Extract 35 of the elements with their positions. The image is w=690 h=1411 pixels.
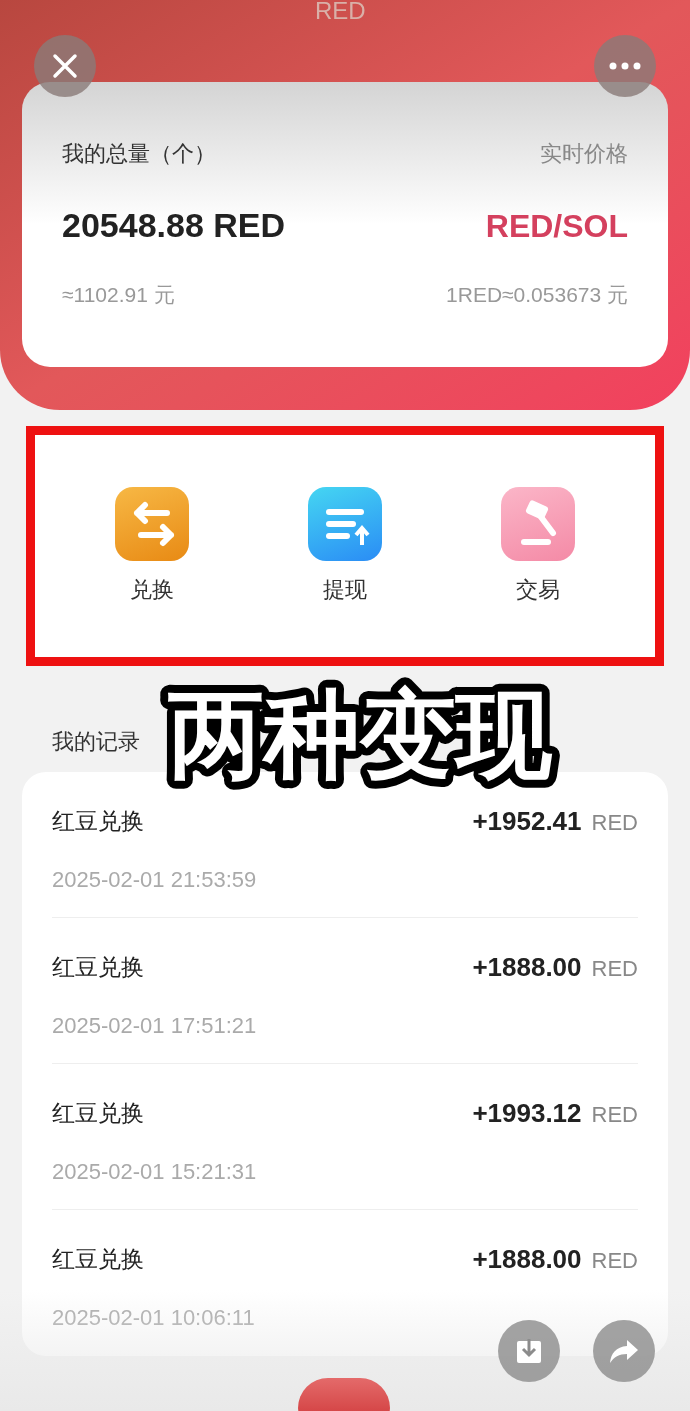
share-icon xyxy=(609,1338,639,1364)
action-button[interactable]: 交易 xyxy=(501,486,576,606)
caption-overlay: 两种变现 xyxy=(156,664,580,796)
record-unit: RED xyxy=(591,809,638,837)
total-label: 我的总量（个） xyxy=(62,140,216,168)
price-label: 实时价格 xyxy=(540,140,628,168)
record-amount: +1952.41 xyxy=(472,805,582,838)
record-time: 2025-02-01 15:21:31 xyxy=(52,1158,257,1186)
record-unit: RED xyxy=(591,955,638,983)
record-amount: +1888.00 xyxy=(472,1243,582,1276)
action-button[interactable]: 兑换 xyxy=(114,486,189,606)
record-amount: +1993.12 xyxy=(472,1097,582,1130)
record-time: 2025-02-01 10:06:11 xyxy=(52,1304,255,1332)
download-icon xyxy=(515,1337,543,1365)
record-unit: RED xyxy=(591,1247,638,1275)
close-icon xyxy=(52,53,78,79)
page-title: RED xyxy=(315,0,366,22)
record-time: 2025-02-01 21:53:59 xyxy=(52,866,257,894)
records-title: 我的记录 xyxy=(52,727,140,756)
record-name: 红豆兑换 xyxy=(52,953,144,983)
exchange-rate: 1RED≈0.053673 元 xyxy=(446,282,628,308)
record-time: 2025-02-01 17:51:21 xyxy=(52,1012,257,1040)
record-amount: +1888.00 xyxy=(472,951,582,984)
trading-pair: RED/SOL xyxy=(485,206,628,246)
record-unit: RED xyxy=(591,1101,638,1129)
swap-arrows-icon xyxy=(114,486,189,561)
record-name: 红豆兑换 xyxy=(52,807,144,837)
record-name: 红豆兑换 xyxy=(52,1099,144,1129)
action-button[interactable]: 提现 xyxy=(308,486,382,606)
total-amount: 20548.88 RED xyxy=(62,205,286,246)
list-upload-icon xyxy=(308,486,382,561)
gavel-icon xyxy=(501,486,576,561)
approx-value: ≈1102.91 元 xyxy=(62,282,175,308)
more-icon xyxy=(609,62,641,70)
record-name: 红豆兑换 xyxy=(52,1245,144,1275)
